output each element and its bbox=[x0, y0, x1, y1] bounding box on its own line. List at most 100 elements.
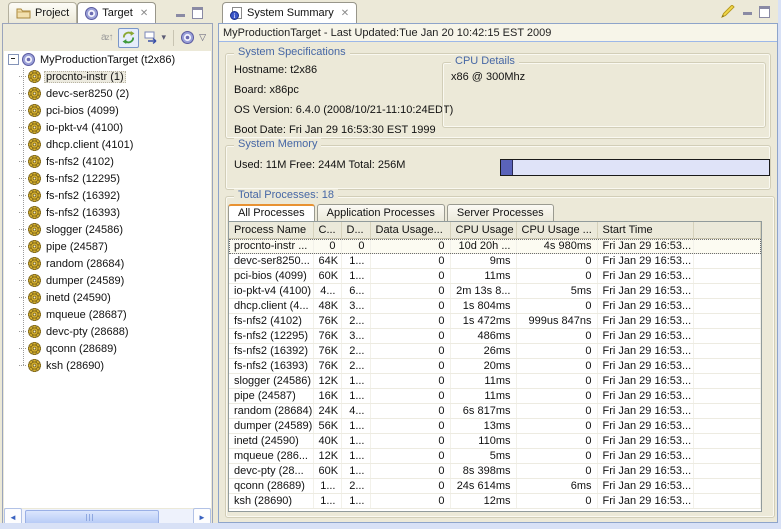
process-cell: 48K bbox=[313, 299, 341, 314]
process-row[interactable]: pci-bios (4099)60K1...011ms0Fri Jan 29 1… bbox=[229, 269, 761, 284]
process-row[interactable]: fs-nfs2 (12295)76K3...0486ms0Fri Jan 29 … bbox=[229, 329, 761, 344]
process-cell: 0 bbox=[370, 314, 450, 329]
process-row[interactable]: dhcp.client (4...48K3...01s 804ms0Fri Ja… bbox=[229, 299, 761, 314]
process-cell: Fri Jan 29 16:53... bbox=[597, 284, 693, 299]
minimize-icon[interactable] bbox=[176, 14, 185, 17]
process-cell-filler bbox=[693, 404, 761, 419]
close-icon[interactable]: ✕ bbox=[341, 8, 349, 19]
process-row[interactable]: fs-nfs2 (16393)76K2...020ms0Fri Jan 29 1… bbox=[229, 359, 761, 374]
column-header[interactable]: CPU Usage ... bbox=[516, 222, 597, 239]
target-icon[interactable] bbox=[181, 29, 194, 47]
process-cell: 0 bbox=[516, 254, 597, 269]
tree-item[interactable]: qconn (28689) bbox=[4, 340, 211, 357]
tree-item-label: devc-ser8250 (2) bbox=[44, 88, 131, 100]
process-row[interactable]: inetd (24590)40K1...0110ms0Fri Jan 29 16… bbox=[229, 434, 761, 449]
minimize-icon[interactable] bbox=[743, 12, 752, 15]
process-gear-icon bbox=[28, 189, 41, 202]
process-cell-filler bbox=[693, 494, 761, 509]
maximize-icon[interactable] bbox=[759, 6, 770, 18]
sort-alpha-icon[interactable]: az↑ bbox=[101, 29, 113, 47]
process-cell: random (28684) bbox=[229, 404, 313, 419]
process-cell: 11ms bbox=[450, 269, 516, 284]
process-row[interactable]: devc-pty (28...60K1...08s 398ms0Fri Jan … bbox=[229, 464, 761, 479]
tree-item[interactable]: io-pkt-v4 (4100) bbox=[4, 119, 211, 136]
process-cell: 11ms bbox=[450, 374, 516, 389]
tree-item[interactable]: fs-nfs2 (16392) bbox=[4, 187, 211, 204]
tree-item[interactable]: inetd (24590) bbox=[4, 289, 211, 306]
tree-item-label: pipe (24587) bbox=[44, 241, 110, 253]
tree-item[interactable]: pci-bios (4099) bbox=[4, 102, 211, 119]
process-tabs: All Processes Application Processes Serv… bbox=[228, 202, 556, 221]
process-cell: 486ms bbox=[450, 329, 516, 344]
memory-usage-bar bbox=[500, 159, 770, 176]
process-row[interactable]: qconn (28689)1...2...024s 614ms6msFri Ja… bbox=[229, 479, 761, 494]
process-row[interactable]: dumper (24589)56K1...013ms0Fri Jan 29 16… bbox=[229, 419, 761, 434]
process-cell: 0 bbox=[516, 464, 597, 479]
process-row[interactable]: devc-ser8250...64K1...09ms0Fri Jan 29 16… bbox=[229, 254, 761, 269]
tree-item[interactable]: fs-nfs2 (4102) bbox=[4, 153, 211, 170]
process-cell: 0 bbox=[341, 239, 370, 254]
process-cell: 4... bbox=[341, 404, 370, 419]
target-tree: MyProductionTarget (t2x86) procnto-instr… bbox=[4, 51, 211, 508]
process-cell-filler bbox=[693, 344, 761, 359]
process-row[interactable]: fs-nfs2 (4102)76K2...01s 472ms999us 847n… bbox=[229, 314, 761, 329]
tree-item[interactable]: mqueue (28687) bbox=[4, 306, 211, 323]
tab-project[interactable]: Project bbox=[8, 2, 77, 23]
process-tab[interactable]: All Processes bbox=[228, 204, 315, 221]
process-cell: Fri Jan 29 16:53... bbox=[597, 449, 693, 464]
process-row[interactable]: random (28684)24K4...06s 817ms0Fri Jan 2… bbox=[229, 404, 761, 419]
process-tab[interactable]: Server Processes bbox=[447, 204, 554, 221]
column-header[interactable]: Process Name bbox=[229, 222, 313, 239]
memory-summary: Used: 11M Free: 244M Total: 256M bbox=[234, 159, 405, 171]
process-row[interactable]: pipe (24587)16K1...011ms0Fri Jan 29 16:5… bbox=[229, 389, 761, 404]
close-icon[interactable]: ✕ bbox=[140, 8, 148, 19]
summary-header: MyProductionTarget - Last Updated:Tue Ja… bbox=[219, 24, 777, 42]
process-cell: pci-bios (4099) bbox=[229, 269, 313, 284]
tree-item[interactable]: pipe (24587) bbox=[4, 238, 211, 255]
tree-item[interactable]: dhcp.client (4101) bbox=[4, 136, 211, 153]
column-header[interactable]: D... bbox=[341, 222, 370, 239]
tab-system-summary[interactable]: i System Summary ✕ bbox=[222, 2, 357, 23]
folder-icon bbox=[16, 7, 31, 19]
collapse-icon[interactable] bbox=[8, 54, 19, 65]
tree-item[interactable]: devc-pty (28688) bbox=[4, 323, 211, 340]
process-cell-filler bbox=[693, 329, 761, 344]
tree-root[interactable]: MyProductionTarget (t2x86) bbox=[4, 51, 211, 68]
process-cell: Fri Jan 29 16:53... bbox=[597, 359, 693, 374]
process-row[interactable]: io-pkt-v4 (4100)4...6...02m 13s 8...5msF… bbox=[229, 284, 761, 299]
process-cell: 16K bbox=[313, 389, 341, 404]
column-header[interactable]: Data Usage... bbox=[370, 222, 450, 239]
switch-target-icon[interactable]: ▾ bbox=[144, 29, 167, 47]
column-header[interactable]: CPU Usage bbox=[450, 222, 516, 239]
tab-target[interactable]: Target ✕ bbox=[77, 2, 156, 23]
maximize-icon[interactable] bbox=[192, 7, 203, 19]
process-cell: 2... bbox=[341, 314, 370, 329]
process-gear-icon bbox=[28, 87, 41, 100]
tree-item[interactable]: devc-ser8250 (2) bbox=[4, 85, 211, 102]
left-view-controls bbox=[176, 7, 203, 19]
tree-item[interactable]: dumper (24589) bbox=[4, 272, 211, 289]
refresh-icon[interactable] bbox=[118, 28, 139, 48]
view-menu-chevron-icon[interactable]: ▽ bbox=[199, 29, 206, 47]
svg-text:i: i bbox=[234, 12, 236, 20]
process-cell: 1... bbox=[341, 494, 370, 509]
process-row[interactable]: procnto-instr ...00010d 20h ...4s 980msF… bbox=[229, 239, 761, 254]
tree-item[interactable]: slogger (24586) bbox=[4, 221, 211, 238]
log-pencil-icon[interactable] bbox=[721, 5, 736, 18]
tree-item[interactable]: fs-nfs2 (16393) bbox=[4, 204, 211, 221]
column-header[interactable]: C... bbox=[313, 222, 341, 239]
process-row[interactable]: mqueue (286...12K1...05ms0Fri Jan 29 16:… bbox=[229, 449, 761, 464]
column-header[interactable]: Start Time bbox=[597, 222, 693, 239]
process-cell: 76K bbox=[313, 359, 341, 374]
tree-item[interactable]: procnto-instr (1) bbox=[4, 68, 211, 85]
process-cell: 76K bbox=[313, 314, 341, 329]
process-row[interactable]: ksh (28690)1...1...012ms0Fri Jan 29 16:5… bbox=[229, 494, 761, 509]
process-cell-filler bbox=[693, 299, 761, 314]
process-row[interactable]: fs-nfs2 (16392)76K2...026ms0Fri Jan 29 1… bbox=[229, 344, 761, 359]
tree-item[interactable]: ksh (28690) bbox=[4, 357, 211, 374]
process-tab[interactable]: Application Processes bbox=[317, 204, 445, 221]
tree-item[interactable]: random (28684) bbox=[4, 255, 211, 272]
process-row[interactable]: slogger (24586)12K1...011ms0Fri Jan 29 1… bbox=[229, 374, 761, 389]
tree-item-label: fs-nfs2 (4102) bbox=[44, 156, 116, 168]
tree-item[interactable]: fs-nfs2 (12295) bbox=[4, 170, 211, 187]
